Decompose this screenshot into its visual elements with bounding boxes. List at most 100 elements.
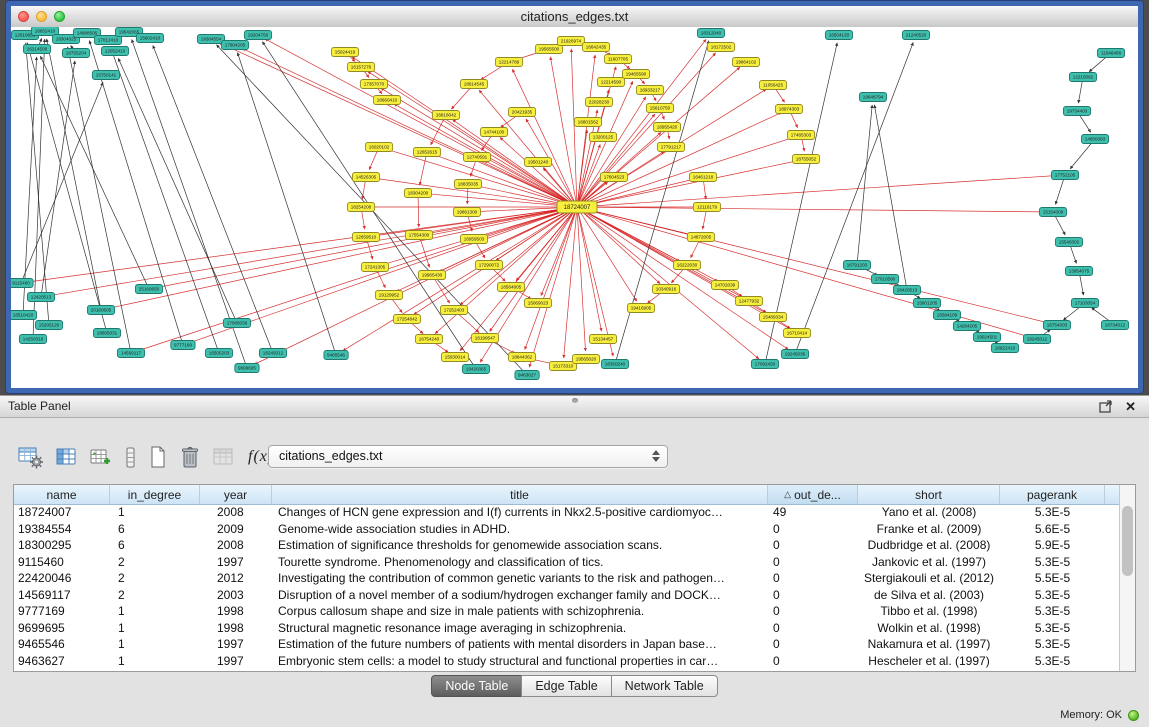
network-window-titlebar[interactable]: citations_edges.txt — [11, 6, 1138, 28]
graph-node[interactable]: 15602410 — [136, 34, 163, 43]
scrollbar-thumb[interactable] — [1122, 506, 1133, 576]
graph-node[interactable]: 16734012 — [1101, 321, 1128, 330]
graph-node[interactable]: 17252403 — [440, 306, 467, 315]
graph-node[interactable]: 16642435 — [582, 43, 609, 52]
graph-node[interactable]: 14569117 — [117, 349, 144, 358]
table-vertical-scrollbar[interactable] — [1119, 485, 1135, 671]
graph-node[interactable]: 15205120 — [35, 321, 62, 330]
tab-node-table[interactable]: Node Table — [431, 675, 522, 697]
table-row[interactable]: 1456911722003Disruption of a novel membe… — [14, 587, 1120, 604]
tab-network-table[interactable]: Network Table — [611, 675, 718, 697]
graph-node[interactable]: 15024419 — [331, 48, 358, 57]
graph-node[interactable]: 17092450 — [751, 360, 778, 369]
graph-node[interactable]: 18724007 — [557, 201, 597, 213]
graph-node[interactable]: 18510420 — [11, 311, 37, 320]
graph-node[interactable]: 17290072 — [475, 261, 502, 270]
graph-node[interactable]: 15134457 — [589, 335, 616, 344]
graph-node[interactable]: 12052410 — [101, 47, 128, 56]
column-header-name[interactable]: name — [14, 485, 110, 504]
graph-node[interactable]: 9115460 — [11, 279, 33, 288]
graph-node[interactable]: 19465590 — [622, 70, 649, 79]
graph-node[interactable]: 16818042 — [432, 111, 459, 120]
graph-node[interactable]: 15750141 — [92, 71, 119, 80]
graph-node[interactable]: 17604523 — [600, 173, 627, 182]
table-row[interactable]: 911546021997Tourette syndrome. Phenomeno… — [14, 554, 1120, 571]
graph-node[interactable]: 12477932 — [735, 297, 762, 306]
graph-node[interactable]: 15549302 — [1055, 238, 1082, 247]
graph-node[interactable]: 15610750 — [646, 104, 673, 113]
graph-node[interactable]: 16461218 — [689, 173, 716, 182]
graph-node[interactable]: 12116179 — [693, 203, 720, 212]
graph-node[interactable]: 12215082 — [1069, 73, 1096, 82]
table-row[interactable]: 1872400712008Changes of HCN gene express… — [14, 504, 1120, 521]
graph-node[interactable]: 16504120 — [825, 31, 852, 40]
graph-node[interactable]: 22028230 — [585, 98, 612, 107]
show-columns-icon[interactable] — [56, 447, 77, 467]
add-column-icon[interactable] — [90, 447, 112, 468]
graph-node[interactable]: 18974303 — [775, 105, 802, 114]
graph-node[interactable]: 10340916 — [652, 285, 679, 294]
table-selector[interactable]: citations_edges.txt — [268, 445, 668, 468]
column-header-title[interactable]: title — [272, 485, 768, 504]
graph-node[interactable]: 19864102 — [732, 58, 759, 67]
graph-node[interactable]: 12740591 — [463, 153, 490, 162]
graph-node[interactable]: 9463627 — [515, 371, 539, 380]
graph-node[interactable]: 19129952 — [375, 291, 402, 300]
graph-node[interactable]: 16933217 — [636, 86, 663, 95]
graph-node[interactable]: 13200125 — [589, 133, 616, 142]
graph-node[interactable]: 15154009 — [1039, 208, 1066, 217]
graph-node[interactable]: 19734403 — [1063, 107, 1090, 116]
graph-node[interactable]: 18420513 — [893, 286, 920, 295]
graph-node[interactable]: 17010580 — [871, 275, 898, 284]
graph-node[interactable]: 16959503 — [460, 235, 487, 244]
graph-node[interactable]: 17752105 — [1051, 171, 1078, 180]
graph-node[interactable]: 17103054 — [1071, 299, 1098, 308]
graph-node[interactable]: 19565020 — [572, 355, 599, 364]
graph-node[interactable]: 16584109 — [933, 311, 960, 320]
graph-node[interactable]: 17554300 — [405, 231, 432, 240]
network-graph[interactable]: 1956550012214789186145451681804212652615… — [11, 27, 1138, 388]
graph-node[interactable]: 16157276 — [347, 63, 374, 72]
graph-node[interactable]: 14284205 — [953, 322, 980, 331]
graph-node[interactable]: 18844362 — [508, 353, 535, 362]
column-header-short[interactable]: short — [858, 485, 1000, 504]
graph-node[interactable]: 18254208 — [347, 203, 374, 212]
graph-node[interactable]: 15801205 — [913, 299, 940, 308]
rows-icon[interactable] — [125, 447, 136, 468]
table-row[interactable]: 977716911998Corpus callosum shape and si… — [14, 603, 1120, 620]
column-header-out-degree[interactable]: △ out_de... — [768, 485, 858, 504]
graph-node[interactable]: 18755204 — [62, 49, 89, 58]
graph-node[interactable]: 11056425 — [759, 81, 786, 90]
graph-node[interactable]: 19965430 — [418, 271, 445, 280]
graph-node[interactable]: 25160650 — [135, 285, 162, 294]
graph-node[interactable]: 17241305 — [361, 263, 388, 272]
graph-node[interactable]: 18755052 — [792, 155, 819, 164]
graph-node[interactable]: 15930014 — [441, 353, 468, 362]
graph-node[interactable]: 19501240 — [524, 158, 551, 167]
graph-node[interactable]: 14850383 — [1081, 135, 1108, 144]
graph-node[interactable]: 14872005 — [687, 233, 714, 242]
graph-node[interactable]: 18172502 — [707, 43, 734, 52]
graph-node[interactable]: 19384554 — [197, 35, 224, 44]
graph-node[interactable]: 12214590 — [597, 78, 624, 87]
graph-node[interactable]: 14744100 — [480, 128, 507, 137]
graph-node[interactable]: 19565500 — [535, 45, 562, 54]
graph-node[interactable]: 18955420 — [653, 123, 680, 132]
graph-node[interactable]: 12420513 — [27, 293, 54, 302]
graph-node[interactable]: 9777169 — [171, 341, 195, 350]
graph-node[interactable]: 18614545 — [460, 80, 487, 89]
table-row[interactable]: 969969511998Structural magnetic resonanc… — [14, 620, 1120, 637]
graph-node[interactable]: 12214789 — [495, 58, 522, 67]
graph-node[interactable]: 16754003 — [1043, 321, 1070, 330]
graph-node[interactable]: 17085036 — [223, 319, 250, 328]
graph-node[interactable]: 18605031 — [93, 329, 120, 338]
graph-node[interactable]: 19416905 — [627, 304, 654, 313]
graph-node[interactable]: 14702039 — [711, 281, 738, 290]
graph-node[interactable]: 19420365 — [462, 365, 489, 374]
graph-node[interactable]: 14250318 — [19, 335, 46, 344]
graph-node[interactable]: 19861300 — [453, 208, 480, 217]
graph-node[interactable]: 16222030 — [673, 261, 700, 270]
graph-node[interactable]: 15069023 — [524, 299, 551, 308]
table-row[interactable]: 2242004622012Investigating the contribut… — [14, 570, 1120, 587]
graph-node[interactable]: 19024501 — [973, 333, 1000, 342]
